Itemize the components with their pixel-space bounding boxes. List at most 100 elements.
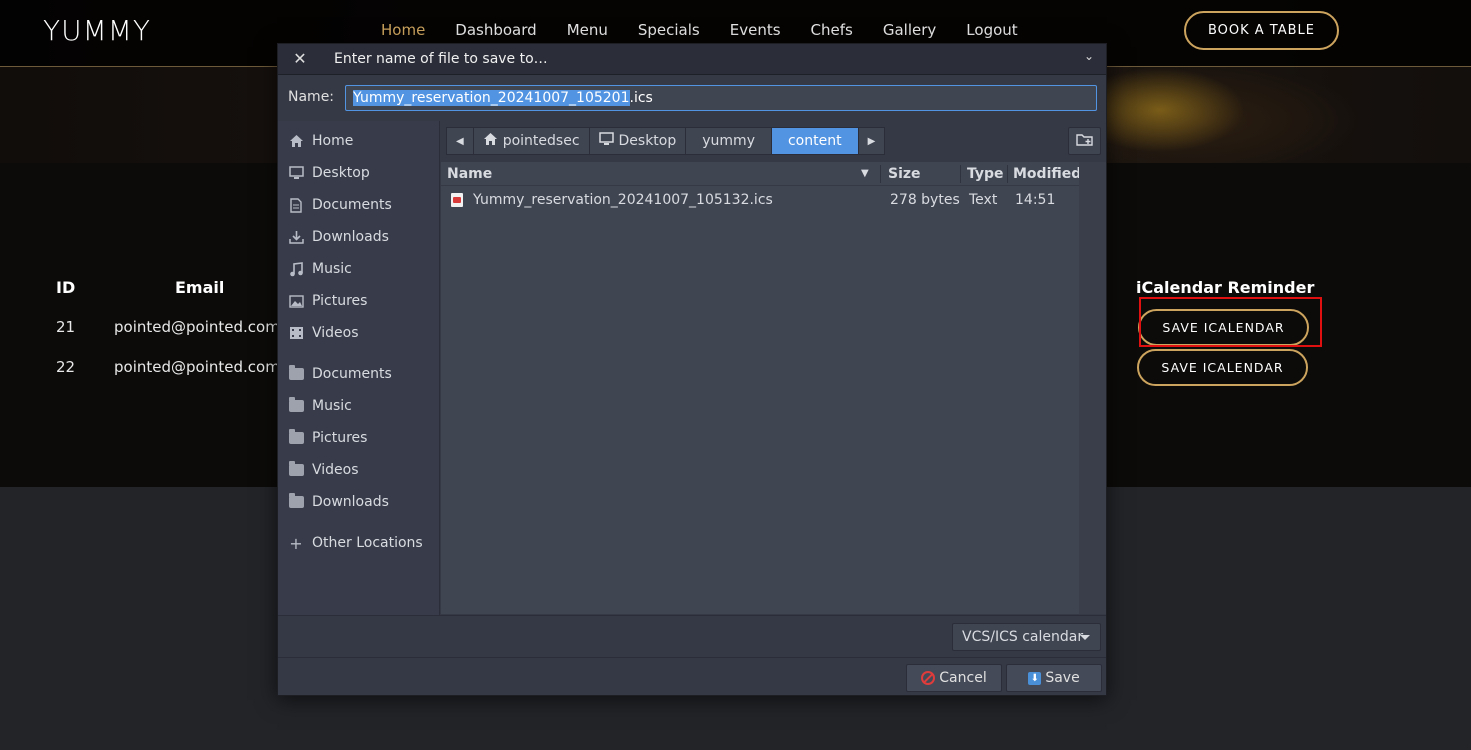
file-type-filter[interactable]: VCS/ICS calendar (952, 623, 1101, 651)
sidebar-item-pictures[interactable]: Pictures (278, 287, 440, 315)
col-type[interactable]: Type (967, 166, 1004, 182)
new-folder-icon (1075, 132, 1094, 151)
nav-home[interactable]: Home (381, 21, 425, 39)
dialog-actions: Cancel ⬇ Save (278, 657, 1106, 695)
col-size[interactable]: Size (888, 166, 921, 182)
file-list-header: Name ▼ Size Type Modified (441, 162, 1081, 186)
sidebar-label: Downloads (312, 494, 389, 510)
name-label: Name: (288, 89, 335, 105)
nav-gallery[interactable]: Gallery (883, 21, 936, 39)
desktop-icon (598, 132, 614, 150)
filename-selected-text: Yummy_reservation_20241007_105201 (353, 90, 630, 106)
path-forward-arrow[interactable]: ▶ (857, 127, 886, 155)
row-1-id: 21 (56, 318, 76, 336)
sidebar-label: Music (312, 398, 352, 414)
site-logo[interactable]: YUMMY (43, 14, 151, 47)
bookmark-documents[interactable]: Documents (278, 360, 440, 388)
cancel-label: Cancel (939, 670, 987, 686)
sidebar-item-music[interactable]: Music (278, 255, 440, 283)
file-name: Yummy_reservation_20241007_105132.ics (473, 192, 773, 208)
bookmark-music[interactable]: Music (278, 392, 440, 420)
nav-logout[interactable]: Logout (966, 21, 1017, 39)
sidebar-item-videos[interactable]: Videos (278, 319, 440, 347)
chevron-down-icon (1080, 635, 1090, 640)
sidebar-label: Pictures (312, 430, 368, 446)
col-header-email: Email (175, 278, 225, 297)
sort-caret-icon[interactable]: ▼ (861, 168, 869, 179)
row-2-id: 22 (56, 358, 76, 376)
row-1-email: pointed@pointed.com (114, 318, 280, 336)
file-modified: 14:51 (1015, 192, 1056, 208)
dialog-title: Enter name of file to save to… (334, 51, 548, 67)
save-icon: ⬇ (1028, 671, 1042, 685)
sidebar-item-desktop[interactable]: Desktop (278, 159, 440, 187)
cancel-icon (921, 671, 936, 685)
close-icon[interactable]: ✕ (290, 49, 310, 69)
file-list: Name ▼ Size Type Modified Yummy_reservat… (441, 162, 1081, 614)
filename-input[interactable]: Yummy_reservation_20241007_105201 .ics (345, 85, 1097, 111)
new-folder-button[interactable] (1068, 127, 1101, 155)
folder-icon (288, 397, 304, 414)
file-row[interactable]: Yummy_reservation_20241007_105132.ics 27… (441, 188, 1079, 212)
bookmark-downloads[interactable]: Downloads (278, 488, 440, 516)
dialog-footer: VCS/ICS calendar Cancel ⬇ Save (278, 615, 1106, 695)
save-icalendar-button-2[interactable]: SAVE ICALENDAR (1137, 349, 1308, 386)
col-header-reminder: iCalendar Reminder (1136, 278, 1315, 297)
folder-icon (288, 365, 304, 382)
path-crumb-yummy[interactable]: yummy (685, 127, 772, 155)
sidebar-label: Videos (312, 462, 359, 478)
book-table-button[interactable]: BOOK A TABLE (1184, 11, 1339, 50)
sidebar-label: Pictures (312, 293, 368, 309)
path-bar: ◀ pointedsec Desktop yummy content ▶ (446, 127, 886, 155)
nav-chefs[interactable]: Chefs (811, 21, 853, 39)
sidebar-item-home[interactable]: Home (278, 127, 440, 155)
path-back-arrow[interactable]: ◀ (446, 127, 474, 155)
file-type: Text (969, 192, 998, 208)
downloads-icon (288, 229, 304, 245)
folder-icon (288, 493, 304, 510)
sidebar-item-other-locations[interactable]: + Other Locations (278, 529, 440, 557)
dialog-titlebar: ✕ Enter name of file to save to… ⌄ (278, 44, 1106, 75)
plus-icon: + (289, 533, 303, 553)
sidebar-item-downloads[interactable]: Downloads (278, 223, 440, 251)
crumb-label: Desktop (618, 133, 677, 149)
chevron-down-icon[interactable]: ⌄ (1084, 49, 1094, 63)
pictures-icon (288, 293, 304, 309)
filter-label: VCS/ICS calendar (962, 629, 1084, 645)
sidebar-label: Downloads (312, 229, 389, 245)
nav-specials[interactable]: Specials (638, 21, 700, 39)
col-modified[interactable]: Modified (1013, 166, 1081, 182)
file-list-scrollbar[interactable] (1079, 162, 1106, 614)
videos-icon (288, 325, 304, 341)
sidebar-label: Music (312, 261, 352, 277)
folder-icon (288, 461, 304, 478)
sidebar-label: Documents (312, 197, 392, 213)
sidebar-label: Desktop (312, 165, 370, 181)
bookmark-pictures[interactable]: Pictures (278, 424, 440, 452)
col-name[interactable]: Name (447, 166, 492, 182)
crumb-label: pointedsec (502, 133, 580, 149)
calendar-file-icon (451, 193, 463, 207)
path-crumb-content[interactable]: content (770, 127, 859, 155)
col-header-id: ID (56, 278, 76, 297)
nav-events[interactable]: Events (730, 21, 781, 39)
filename-extension: .ics (629, 90, 653, 106)
cancel-button[interactable]: Cancel (906, 664, 1002, 692)
path-crumb-home[interactable]: pointedsec (472, 127, 590, 155)
folder-icon (288, 429, 304, 446)
home-icon (483, 132, 498, 150)
nav-dashboard[interactable]: Dashboard (455, 21, 536, 39)
bookmark-videos[interactable]: Videos (278, 456, 440, 484)
row-2-email: pointed@pointed.com (114, 358, 280, 376)
music-icon (288, 261, 304, 277)
sidebar-label: Home (312, 133, 354, 149)
desktop-icon (288, 165, 304, 181)
save-label: Save (1045, 670, 1080, 686)
annotation-highlight (1139, 297, 1322, 347)
nav-menu[interactable]: Menu (567, 21, 608, 39)
sidebar-item-documents[interactable]: Documents (278, 191, 440, 219)
places-sidebar: Home Desktop Documents Downloads Music P (278, 121, 440, 615)
path-crumb-desktop[interactable]: Desktop (588, 127, 687, 155)
sidebar-label: Documents (312, 366, 392, 382)
save-button[interactable]: ⬇ Save (1006, 664, 1102, 692)
